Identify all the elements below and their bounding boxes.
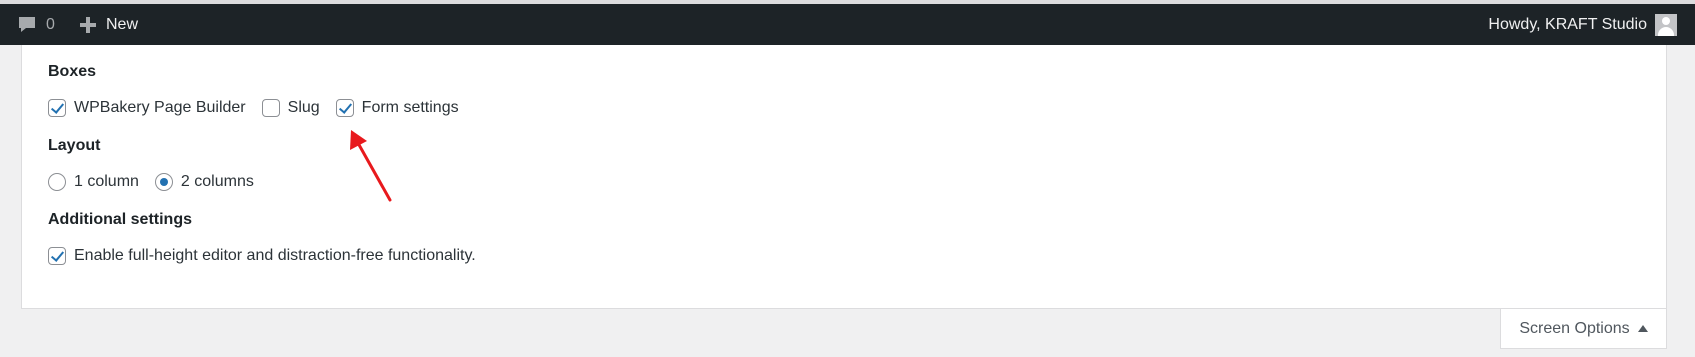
boxes-options: WPBakery Page Builder Slug Form settings	[48, 99, 475, 117]
caret-up-icon	[1637, 325, 1648, 332]
checkbox-label: Slug	[287, 99, 320, 116]
screen-options-button[interactable]: Screen Options	[1500, 309, 1667, 349]
additional-settings-legend: Additional settings	[48, 211, 192, 228]
comments-link[interactable]: 0	[18, 4, 55, 45]
radio-2-columns[interactable]	[154, 173, 173, 191]
account-menu[interactable]: Howdy, KRAFT Studio	[1488, 4, 1677, 45]
radio-label: 1 column	[74, 173, 139, 190]
layout-option-1-column[interactable]: 1 column	[48, 173, 139, 191]
layout-option-2-columns[interactable]: 2 columns	[154, 173, 254, 191]
screen-options-label: Screen Options	[1519, 319, 1630, 337]
checkbox-slug[interactable]	[261, 99, 280, 117]
checkbox-wpbakery[interactable]	[48, 99, 66, 117]
layout-legend: Layout	[48, 137, 101, 154]
boxes-legend: Boxes	[48, 63, 97, 80]
checkbox-label: Enable full-height editor and distractio…	[74, 247, 476, 264]
screen-options-panel: Boxes WPBakery Page Builder Slug Form se…	[21, 45, 1667, 309]
speech-bubble-icon	[19, 16, 35, 32]
new-label: New	[106, 15, 139, 33]
checkbox-form-settings[interactable]	[335, 99, 354, 117]
layout-options: 1 column 2 columns	[48, 173, 270, 191]
checkbox-full-height-editor[interactable]	[48, 247, 66, 265]
greeting-text: Howdy, KRAFT Studio	[1488, 15, 1647, 33]
avatar-icon	[1655, 13, 1677, 36]
box-option-form-settings[interactable]: Form settings	[335, 99, 459, 117]
admin-bar: 0 New Howdy, KRAFT Studio	[0, 4, 1695, 45]
new-content-link[interactable]: New	[80, 4, 138, 45]
option-full-height-editor[interactable]: Enable full-height editor and distractio…	[48, 247, 476, 265]
radio-label: 2 columns	[180, 173, 254, 190]
additional-options: Enable full-height editor and distractio…	[48, 247, 492, 265]
checkbox-label: WPBakery Page Builder	[74, 99, 246, 116]
plus-icon	[80, 16, 96, 33]
box-option-slug[interactable]: Slug	[261, 99, 320, 117]
radio-1-column[interactable]	[48, 173, 66, 191]
box-option-wpbakery[interactable]: WPBakery Page Builder	[48, 99, 246, 117]
comments-count: 0	[46, 15, 55, 33]
checkbox-label: Form settings	[361, 99, 459, 116]
